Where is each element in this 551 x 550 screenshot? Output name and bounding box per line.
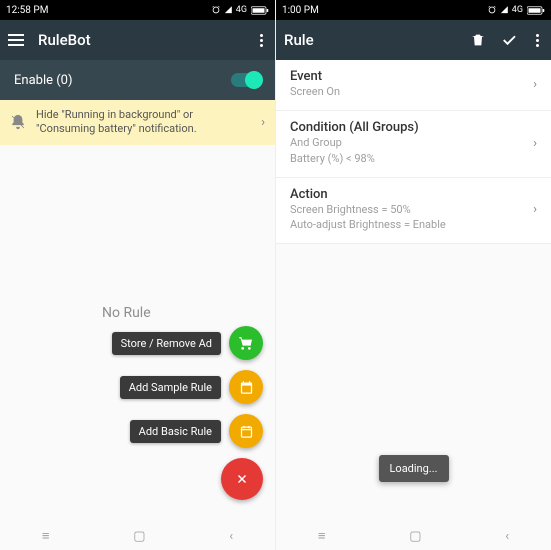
- condition-sub1: And Group: [290, 136, 525, 151]
- overflow-menu-icon[interactable]: [532, 30, 543, 51]
- delete-button[interactable]: [470, 32, 486, 48]
- nav-bar: ≡ ▢ ‹: [0, 522, 275, 550]
- chevron-right-icon: ›: [261, 115, 265, 130]
- fab-stack: Store / Remove Ad Add Sample Rule Add Ba…: [112, 326, 263, 500]
- nav-home-icon[interactable]: ▢: [409, 529, 421, 544]
- nav-bar: ≡ ▢ ‹: [276, 522, 551, 550]
- action-sub1: Screen Brightness = 50%: [290, 203, 525, 218]
- app-title: RuleBot: [38, 31, 242, 49]
- check-icon: [500, 31, 518, 49]
- condition-sub2: Battery (%) < 98%: [290, 152, 525, 167]
- status-icons: ◢ 4G: [211, 5, 269, 15]
- trash-icon: [470, 32, 486, 48]
- nav-back-icon[interactable]: ‹: [229, 529, 233, 544]
- fab-basic-button[interactable]: [229, 414, 263, 448]
- status-bar: 12:58 PM ◢ 4G: [0, 0, 275, 20]
- notice-banner[interactable]: Hide "Running in background" or "Consumi…: [0, 100, 275, 145]
- app-bar: Rule: [276, 20, 551, 60]
- overflow-menu-icon[interactable]: [256, 30, 267, 51]
- notice-text: Hide "Running in background" or "Consumi…: [36, 108, 251, 137]
- clock: 1:00 PM: [282, 5, 319, 16]
- enable-switch[interactable]: [231, 73, 261, 87]
- signal-icon: ◢: [501, 5, 508, 15]
- action-sub2: Auto-adjust Brightness = Enable: [290, 218, 525, 233]
- battery-icon: [251, 6, 269, 15]
- confirm-button[interactable]: [500, 31, 518, 49]
- app-title: Rule: [284, 31, 456, 49]
- event-title: Event: [290, 69, 525, 84]
- chevron-right-icon: ›: [533, 136, 537, 151]
- calendar-outline-icon: [239, 424, 254, 439]
- nav-recent-icon[interactable]: ≡: [42, 528, 50, 544]
- enable-row[interactable]: Enable (0): [0, 60, 275, 100]
- battery-icon: [527, 6, 545, 15]
- fab-close-button[interactable]: [221, 458, 263, 500]
- event-sub: Screen On: [290, 85, 525, 100]
- fab-label-store: Store / Remove Ad: [112, 332, 221, 355]
- chevron-right-icon: ›: [533, 202, 537, 217]
- clock: 12:58 PM: [6, 5, 48, 16]
- app-bar: RuleBot: [0, 20, 275, 60]
- nav-recent-icon[interactable]: ≡: [318, 528, 326, 544]
- bell-off-icon: [10, 114, 26, 130]
- alarm-icon: [487, 5, 497, 15]
- event-section[interactable]: Event Screen On ›: [276, 60, 551, 111]
- action-section[interactable]: Action Screen Brightness = 50% Auto-adju…: [276, 178, 551, 245]
- enable-label: Enable (0): [14, 73, 231, 88]
- chevron-right-icon: ›: [533, 77, 537, 92]
- action-title: Action: [290, 187, 525, 202]
- menu-icon[interactable]: [8, 34, 24, 46]
- fab-label-basic: Add Basic Rule: [130, 420, 221, 443]
- calendar-icon: [239, 380, 254, 395]
- fab-sample-button[interactable]: [229, 370, 263, 404]
- no-rule-label: No Rule: [102, 305, 275, 321]
- condition-section[interactable]: Condition (All Groups) And Group Battery…: [276, 111, 551, 178]
- signal-icon: ◢: [225, 5, 232, 15]
- condition-title: Condition (All Groups): [290, 120, 525, 135]
- fab-label-sample: Add Sample Rule: [120, 376, 221, 399]
- nav-back-icon[interactable]: ‹: [505, 529, 509, 544]
- network-label: 4G: [512, 5, 523, 15]
- nav-home-icon[interactable]: ▢: [133, 529, 145, 544]
- fab-store-button[interactable]: [229, 326, 263, 360]
- cart-icon: [238, 335, 254, 351]
- alarm-icon: [211, 5, 221, 15]
- status-bar: 1:00 PM ◢ 4G: [276, 0, 551, 20]
- loading-toast: Loading...: [378, 455, 448, 482]
- close-icon: [235, 472, 249, 486]
- network-label: 4G: [236, 5, 247, 15]
- status-icons: ◢ 4G: [487, 5, 545, 15]
